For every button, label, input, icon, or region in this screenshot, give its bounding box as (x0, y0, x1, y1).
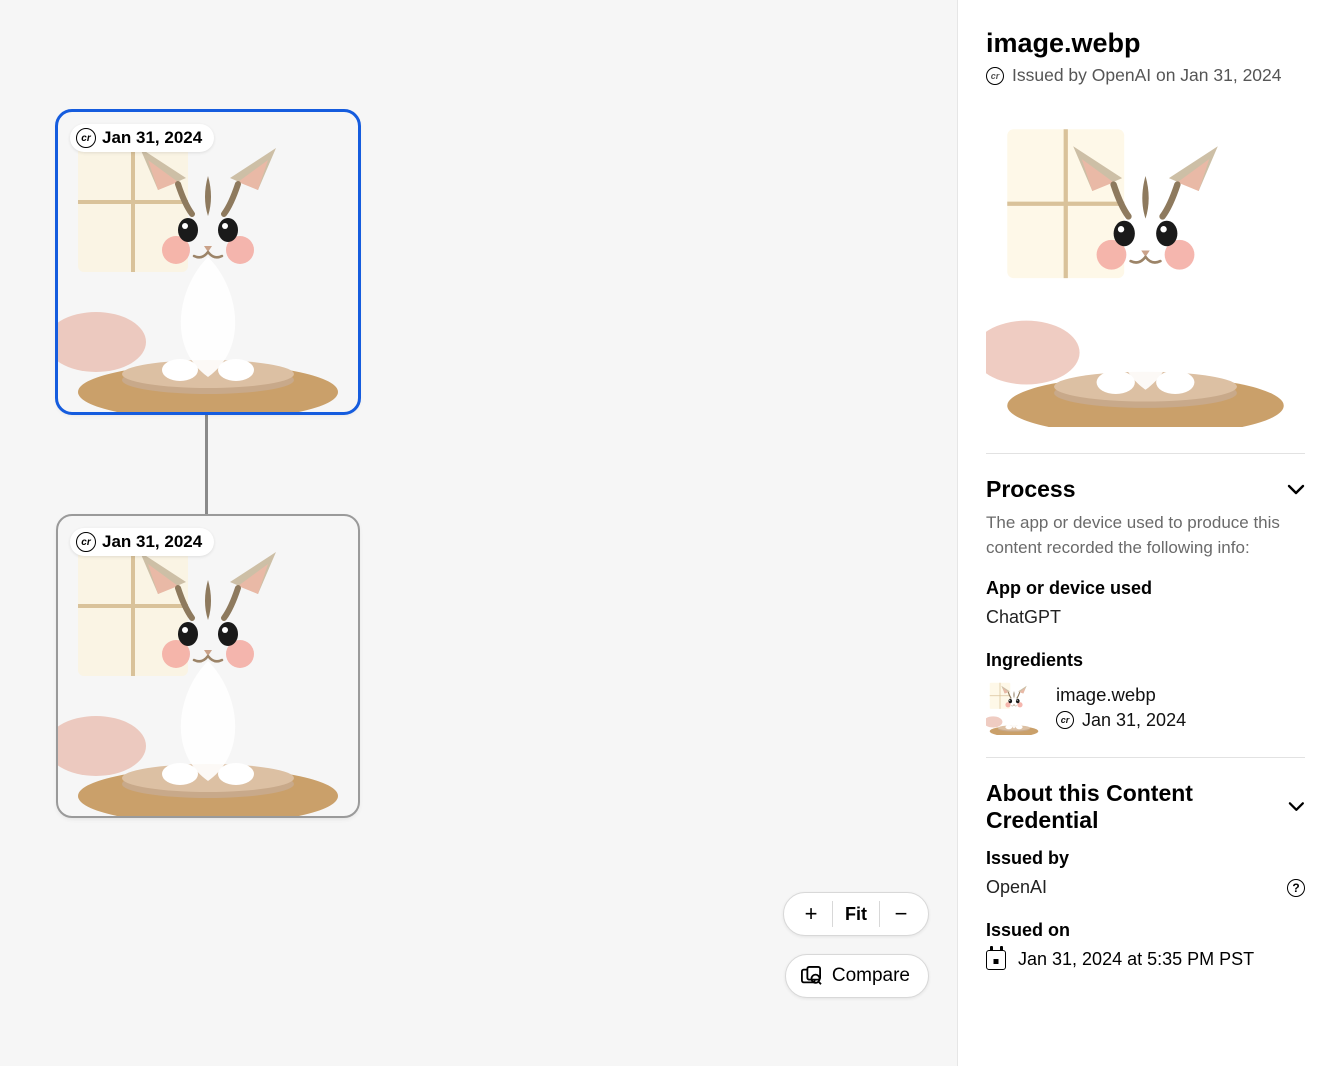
issued-by-label: Issued by (986, 848, 1305, 869)
chevron-down-icon (1287, 484, 1305, 496)
divider (879, 901, 880, 927)
compare-button[interactable]: Compare (785, 954, 929, 998)
file-name: image.webp (986, 28, 1305, 59)
divider (832, 901, 833, 927)
ingredients-label: Ingredients (986, 650, 1305, 671)
process-title: Process (986, 476, 1076, 503)
ingredient-info: image.webp Jan 31, 2024 (1056, 684, 1186, 731)
content-credentials-icon (986, 67, 1004, 85)
app-root: Jan 31, 2024 Jan 31, 2024 + Fit − (0, 0, 1333, 1066)
compare-label: Compare (832, 965, 910, 987)
image-preview[interactable] (986, 108, 1305, 427)
node-thumbnail (58, 112, 358, 412)
calendar-icon (986, 950, 1006, 970)
app-used-label: App or device used (986, 578, 1305, 599)
issued-on-row: Jan 31, 2024 at 5:35 PM PST (986, 949, 1305, 970)
ingredient-date-text: Jan 31, 2024 (1082, 710, 1186, 731)
graph-node-selected[interactable]: Jan 31, 2024 (58, 112, 358, 412)
divider (986, 453, 1305, 454)
about-section-toggle[interactable]: About this Content Credential (986, 780, 1305, 834)
ingredient-filename: image.webp (1056, 684, 1186, 706)
graph-edge (205, 410, 208, 516)
zoom-in-button[interactable]: + (794, 897, 828, 931)
node-date-badge: Jan 31, 2024 (70, 528, 214, 556)
details-sidebar: image.webp Issued by OpenAI on Jan 31, 2… (957, 0, 1333, 1066)
issued-by-row: OpenAI (986, 877, 1305, 898)
content-credentials-icon (76, 532, 96, 552)
app-used-value: ChatGPT (986, 607, 1305, 628)
issued-on-label: Issued on (986, 920, 1305, 941)
issued-summary: Issued by OpenAI on Jan 31, 2024 (986, 65, 1305, 86)
chevron-down-icon (1288, 801, 1305, 813)
content-credentials-icon (76, 128, 96, 148)
content-credentials-icon (1056, 711, 1074, 729)
node-date-badge: Jan 31, 2024 (70, 124, 214, 152)
compare-icon (800, 966, 822, 986)
process-description: The app or device used to produce this c… (986, 511, 1305, 560)
node-date: Jan 31, 2024 (102, 532, 202, 552)
ingredient-date: Jan 31, 2024 (1056, 710, 1186, 731)
ingredient-item[interactable]: image.webp Jan 31, 2024 (986, 679, 1305, 735)
zoom-controls: + Fit − (783, 892, 929, 936)
about-title: About this Content Credential (986, 780, 1288, 834)
help-icon[interactable] (1287, 879, 1305, 897)
preview-thumbnail (986, 108, 1305, 427)
node-thumbnail (58, 516, 358, 816)
zoom-out-button[interactable]: − (884, 897, 918, 931)
provenance-canvas[interactable]: Jan 31, 2024 Jan 31, 2024 + Fit − (0, 0, 957, 1066)
node-date: Jan 31, 2024 (102, 128, 202, 148)
divider (986, 757, 1305, 758)
zoom-fit-button[interactable]: Fit (837, 904, 875, 925)
graph-node[interactable]: Jan 31, 2024 (58, 516, 358, 816)
ingredient-thumbnail (986, 679, 1042, 735)
issued-on-value: Jan 31, 2024 at 5:35 PM PST (1018, 949, 1254, 970)
process-section-toggle[interactable]: Process (986, 476, 1305, 503)
issued-summary-text: Issued by OpenAI on Jan 31, 2024 (1012, 65, 1282, 86)
issued-by-value: OpenAI (986, 877, 1047, 898)
